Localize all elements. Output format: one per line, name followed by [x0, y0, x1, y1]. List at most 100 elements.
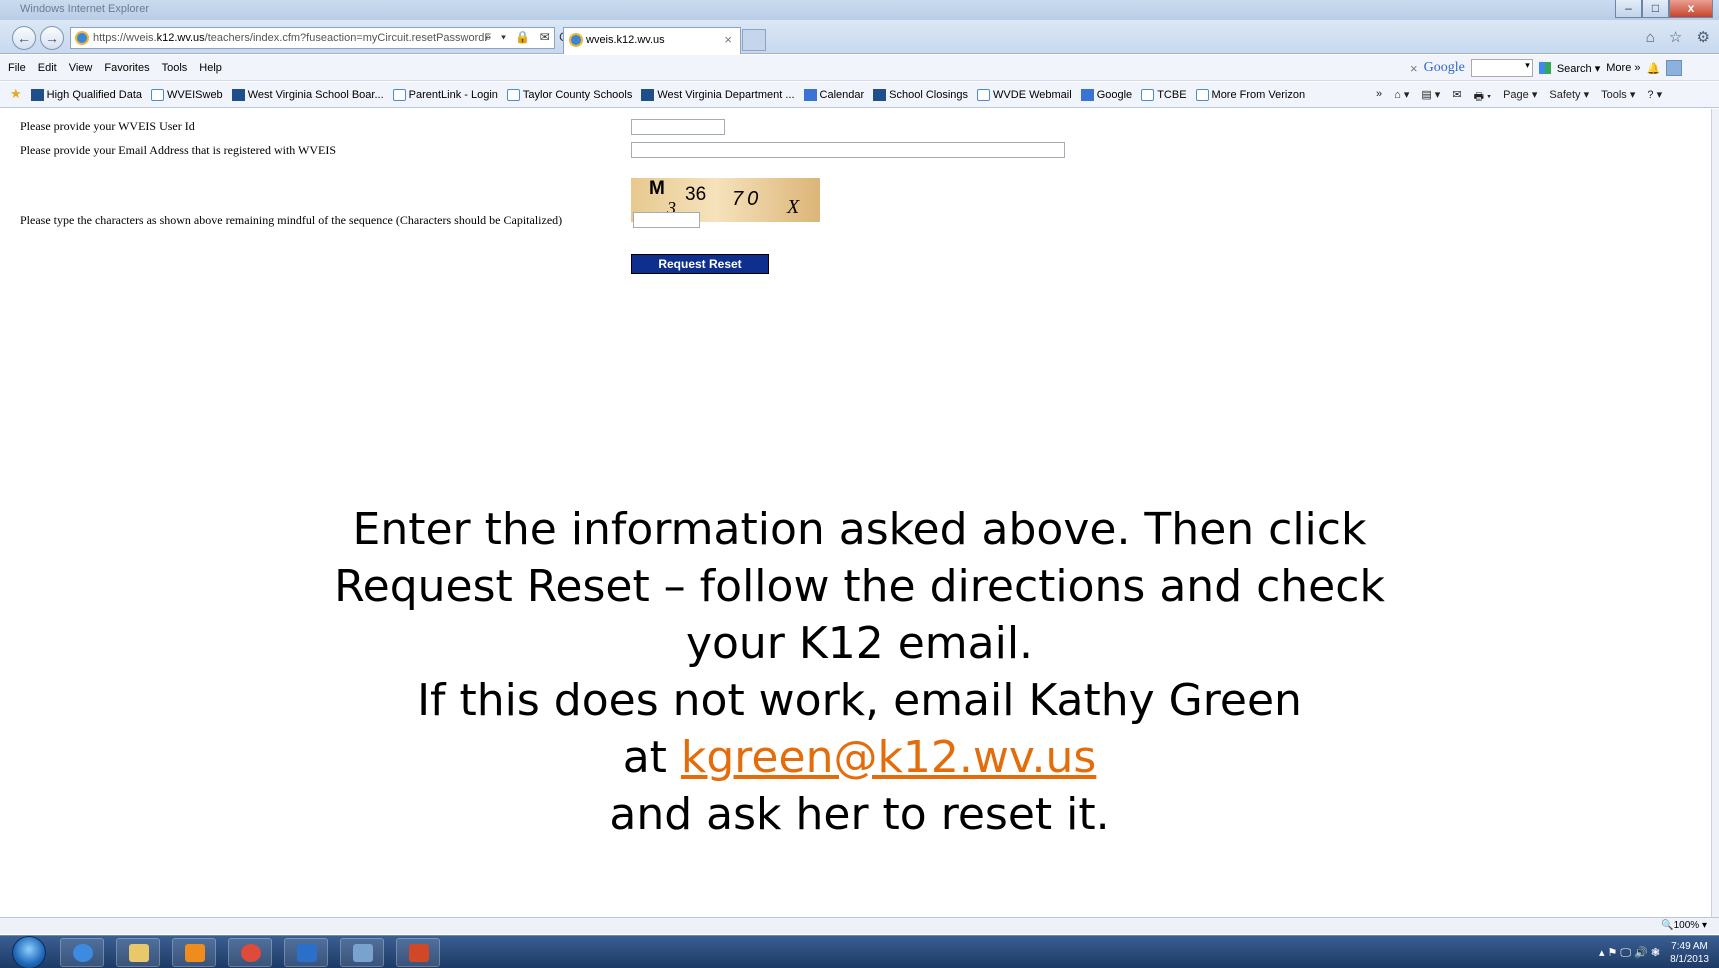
userid-label: Please provide your WVEIS User Id — [20, 119, 195, 133]
instructions-line: your K12 email. — [685, 618, 1034, 669]
chrome-taskbar-icon — [241, 944, 261, 962]
feeds-icon[interactable]: ▤ ▾ — [1421, 88, 1440, 107]
close-window-button[interactable]: x — [1669, 0, 1713, 18]
favorite-tcbe[interactable]: TCBE — [1141, 88, 1187, 102]
ie-page-icon — [977, 89, 991, 101]
menu-help[interactable]: Help — [199, 62, 222, 74]
back-button[interactable]: ← — [12, 26, 36, 50]
forward-button[interactable]: → — [40, 26, 64, 50]
favorite-wv-school-board[interactable]: West Virginia School Boar... — [231, 88, 384, 102]
remote-desktop-taskbar-icon — [353, 944, 373, 962]
menu-file[interactable]: File — [8, 62, 26, 74]
start-button[interactable] — [12, 936, 46, 968]
tools-menu[interactable]: Tools ▾ — [1601, 88, 1635, 107]
page-menu[interactable]: Page ▾ — [1503, 88, 1537, 107]
site-icon — [641, 89, 655, 101]
favorite-school-closings[interactable]: School Closings — [873, 88, 968, 102]
favorite-label: WVEISweb — [167, 89, 223, 101]
clock-date: 8/1/2013 — [1670, 953, 1709, 965]
powerpoint-taskbar-icon — [409, 944, 429, 962]
maximize-button[interactable]: □ — [1642, 0, 1669, 18]
favorite-wveisweb[interactable]: WVEISweb — [151, 88, 223, 102]
address-bar-tools[interactable]: ⌕ ▾ 🔒 ✉ C — [485, 27, 571, 49]
menu-bar: File Edit View Favorites Tools Help × Go… — [0, 55, 1719, 81]
print-icon[interactable]: 🖶 ▾ — [1474, 88, 1492, 107]
help-icon[interactable]: ? ▾ — [1647, 88, 1662, 107]
captcha-char: X — [787, 196, 800, 218]
menu-favorites[interactable]: Favorites — [104, 62, 149, 74]
request-reset-button[interactable]: Request Reset — [631, 254, 769, 274]
favorite-high-qualified-data[interactable]: High Qualified Data — [30, 88, 143, 102]
bell-icon[interactable]: 🔔 — [1647, 62, 1661, 75]
explorer-taskbar-button[interactable] — [116, 938, 160, 967]
captcha-input[interactable] — [633, 212, 700, 228]
instructions-line: Enter the information asked above. Then … — [352, 504, 1367, 555]
ie-page-icon — [1141, 89, 1155, 101]
favorite-label: ParentLink - Login — [408, 89, 498, 101]
favorite-label: School Closings — [889, 89, 969, 101]
favorites-list: ★ High Qualified Data WVEISweb West Virg… — [10, 86, 1305, 102]
favorites-bar: ★ High Qualified Data WVEISweb West Virg… — [0, 82, 1719, 108]
home-favorites-tools-icons[interactable]: ⌂ ☆ ⚙ — [1646, 28, 1715, 46]
clock[interactable]: 7:49 AM 8/1/2013 — [1670, 940, 1709, 966]
media-player-taskbar-button[interactable] — [172, 938, 216, 967]
zoom-control[interactable]: 🔍100% ▾ — [1661, 920, 1707, 931]
captcha-char: 70 — [732, 188, 763, 210]
site-favicon-icon — [75, 31, 89, 45]
captcha-label: Please type the characters as shown abov… — [20, 213, 563, 227]
favorite-parentlink[interactable]: ParentLink - Login — [392, 88, 498, 102]
userid-input[interactable] — [631, 119, 725, 135]
user-icon[interactable] — [1666, 60, 1683, 76]
favorite-calendar[interactable]: Calendar — [803, 88, 864, 102]
instructions-line: If this does not work, email Kathy Green — [417, 675, 1302, 726]
remote-desktop-taskbar-button[interactable] — [340, 938, 384, 967]
chrome-taskbar-button[interactable] — [228, 938, 272, 967]
email-input[interactable] — [631, 142, 1065, 158]
favorite-taylor-county-schools[interactable]: Taylor County Schools — [506, 88, 633, 102]
instructions-text: Enter the information asked above. Then … — [8, 501, 1711, 843]
minimize-button[interactable]: – — [1615, 0, 1642, 18]
menu-edit[interactable]: Edit — [38, 62, 57, 74]
google-toolbar: × Google ▾ Search ▾ More » 🔔 — [1410, 58, 1683, 78]
google-toolbar-close-icon[interactable]: × — [1410, 61, 1418, 76]
ie-taskbar-icon — [73, 944, 93, 962]
address-bar[interactable]: https://wveis.k12.wv.us/teachers/index.c… — [70, 27, 555, 49]
favorite-google[interactable]: Google — [1080, 88, 1132, 102]
site-icon — [30, 89, 44, 101]
mail-icon[interactable]: ✉ — [1452, 88, 1461, 107]
command-bar: » ⌂ ▾ ▤ ▾ ✉ 🖶 ▾ Page ▾ Safety ▾ Tools ▾ … — [1376, 88, 1662, 107]
tab-wveis[interactable]: wveis.k12.wv.us × — [563, 27, 741, 54]
menu-tools[interactable]: Tools — [162, 62, 188, 74]
outlook-taskbar-button[interactable] — [284, 938, 328, 967]
vertical-scrollbar[interactable] — [1711, 109, 1719, 917]
email-link[interactable]: kgreen@k12.wv.us — [681, 732, 1096, 783]
home-icon[interactable]: ⌂ ▾ — [1394, 88, 1409, 107]
tray-icons[interactable]: ▴ ⚑ 🖵 🔊 ❃ — [1599, 946, 1660, 960]
favorite-wvde-webmail[interactable]: WVDE Webmail — [977, 88, 1072, 102]
address-prefix: https://wveis. — [93, 32, 157, 44]
google-more-button[interactable]: More » — [1606, 62, 1640, 74]
tab-close-icon[interactable]: × — [724, 28, 732, 52]
google-search-input[interactable]: ▾ — [1470, 59, 1533, 77]
safety-menu[interactable]: Safety ▾ — [1549, 88, 1589, 107]
favorite-more-from-verizon[interactable]: More From Verizon — [1195, 88, 1305, 102]
powerpoint-taskbar-button[interactable] — [396, 938, 440, 967]
google-icon — [1538, 62, 1551, 74]
new-tab-button[interactable] — [742, 29, 766, 51]
menu-view[interactable]: View — [69, 62, 93, 74]
media-player-taskbar-icon — [185, 944, 205, 962]
ie-taskbar-button[interactable] — [60, 938, 104, 967]
favorite-label: Taylor County Schools — [522, 89, 633, 101]
google-search-button[interactable]: Search ▾ — [1557, 62, 1600, 75]
chevron-more-icon[interactable]: » — [1376, 88, 1382, 107]
explorer-taskbar-icon — [129, 944, 149, 962]
captcha-char: M — [649, 178, 665, 199]
window-controls: – □ x — [1615, 0, 1713, 18]
favorite-label: WVDE Webmail — [993, 89, 1072, 101]
favorite-label: High Qualified Data — [46, 89, 143, 101]
add-favorite-star-icon[interactable]: ★ — [10, 86, 22, 102]
google-icon — [1080, 89, 1094, 101]
favorite-wv-department[interactable]: West Virginia Department ... — [641, 88, 795, 102]
ie-page-icon — [392, 89, 406, 101]
clock-time: 7:49 AM — [1671, 940, 1708, 952]
